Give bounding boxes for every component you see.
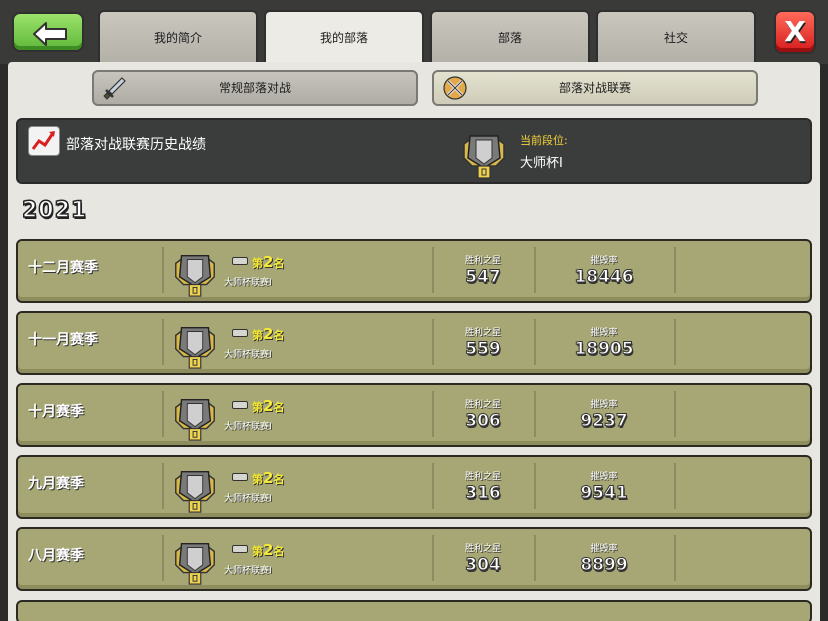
current-rank-value: 大师杯I bbox=[520, 156, 563, 171]
season-row[interactable]: 九月赛季 第2名 大师杯联赛I 胜利之星 316 摧毁率 9541 bbox=[16, 455, 812, 519]
regular-war-label: 常规部落对战 bbox=[218, 81, 291, 95]
placement: 第2名 bbox=[252, 469, 285, 487]
placement: 第2名 bbox=[252, 253, 285, 271]
season-name: 九月赛季 bbox=[28, 476, 84, 492]
list-item-partial bbox=[16, 600, 812, 621]
regular-war-tab[interactable]: 常规部落对战 bbox=[92, 70, 418, 106]
divider bbox=[534, 247, 536, 293]
divider bbox=[674, 319, 676, 365]
league-shield-icon bbox=[170, 391, 220, 447]
sword-icon bbox=[103, 77, 126, 100]
divider bbox=[674, 463, 676, 509]
stars-value: 316 bbox=[465, 483, 502, 504]
war-league-tab[interactable]: 部落对战联赛 bbox=[432, 70, 758, 106]
season-name: 十二月赛季 bbox=[28, 260, 98, 276]
stars-value: 547 bbox=[465, 267, 502, 288]
stars-label: 胜利之星 bbox=[464, 544, 501, 554]
league-name: 大师杯联赛I bbox=[224, 422, 272, 432]
destruction-label: 摧毁率 bbox=[590, 400, 618, 410]
divider bbox=[534, 319, 536, 365]
divider bbox=[534, 535, 536, 581]
stars-label: 胜利之星 bbox=[464, 400, 501, 410]
stars-value: 559 bbox=[465, 339, 502, 360]
league-shield-icon bbox=[170, 535, 220, 591]
stars-value: 306 bbox=[465, 411, 502, 432]
placement: 第2名 bbox=[252, 541, 285, 559]
season-name: 八月赛季 bbox=[28, 548, 84, 564]
season-row[interactable]: 十月赛季 第2名 大师杯联赛I 胜利之星 306 摧毁率 9237 bbox=[16, 383, 812, 447]
divider bbox=[162, 463, 164, 509]
year-heading: 2021 bbox=[21, 197, 88, 224]
divider bbox=[534, 463, 536, 509]
destruction-label: 摧毁率 bbox=[590, 544, 618, 554]
divider bbox=[534, 391, 536, 437]
destruction-value: 9237 bbox=[580, 411, 628, 432]
rank-change-icon bbox=[232, 257, 248, 265]
destruction-value: 18905 bbox=[574, 339, 634, 360]
divider bbox=[162, 247, 164, 293]
crossed-swords-icon bbox=[443, 76, 467, 100]
stars-label: 胜利之星 bbox=[464, 256, 501, 266]
rank-change-icon bbox=[232, 545, 248, 553]
destruction-label: 摧毁率 bbox=[590, 472, 618, 482]
stars-label: 胜利之星 bbox=[464, 472, 501, 482]
league-name: 大师杯联赛I bbox=[224, 566, 272, 576]
season-name: 十一月赛季 bbox=[28, 332, 98, 348]
league-shield-icon bbox=[458, 128, 510, 184]
divider bbox=[162, 391, 164, 437]
destruction-value: 9541 bbox=[580, 483, 628, 504]
league-shield-icon bbox=[170, 247, 220, 303]
tab-clans[interactable]: 部落 bbox=[430, 10, 590, 66]
close-button[interactable]: X bbox=[774, 10, 816, 54]
destruction-label: 摧毁率 bbox=[590, 256, 618, 266]
season-row[interactable]: 八月赛季 第2名 大师杯联赛I 胜利之星 304 摧毁率 8899 bbox=[16, 527, 812, 591]
tab-social[interactable]: 社交 bbox=[596, 10, 756, 66]
league-shield-icon bbox=[170, 319, 220, 375]
war-league-label: 部落对战联赛 bbox=[558, 81, 631, 95]
league-name: 大师杯联赛I bbox=[224, 278, 272, 288]
stars-label: 胜利之星 bbox=[464, 328, 501, 338]
divider bbox=[162, 535, 164, 581]
placement: 第2名 bbox=[252, 325, 285, 343]
banner-title: 部落对战联赛历史战绩 bbox=[66, 137, 206, 153]
placement: 第2名 bbox=[252, 397, 285, 415]
tab-my-profile[interactable]: 我的简介 bbox=[98, 10, 258, 66]
league-history-banner: 部落对战联赛历史战绩 当前段位: 大师杯I bbox=[16, 118, 812, 184]
top-bar: 我的简介 我的部落 部落 社交 X bbox=[0, 0, 828, 68]
league-name: 大师杯联赛I bbox=[224, 494, 272, 504]
chart-icon bbox=[28, 126, 60, 156]
league-name: 大师杯联赛I bbox=[224, 350, 272, 360]
stars-value: 304 bbox=[465, 555, 502, 576]
rank-change-icon bbox=[232, 473, 248, 481]
league-shield-icon bbox=[170, 463, 220, 519]
tab-my-clan[interactable]: 我的部落 bbox=[264, 10, 424, 68]
season-row[interactable]: 十二月赛季 第2名 大师杯联赛I 胜利之星 547 摧毁率 18446 bbox=[16, 239, 812, 303]
divider bbox=[674, 247, 676, 293]
rank-change-icon bbox=[232, 401, 248, 409]
season-name: 十月赛季 bbox=[28, 404, 84, 420]
destruction-label: 摧毁率 bbox=[590, 328, 618, 338]
season-row[interactable]: 十一月赛季 第2名 大师杯联赛I 胜利之星 559 摧毁率 18905 bbox=[16, 311, 812, 375]
back-arrow-icon bbox=[33, 22, 67, 46]
divider bbox=[674, 391, 676, 437]
divider bbox=[674, 535, 676, 581]
rank-change-icon bbox=[232, 329, 248, 337]
back-button[interactable] bbox=[12, 12, 84, 52]
divider bbox=[162, 319, 164, 365]
destruction-value: 18446 bbox=[574, 267, 634, 288]
current-rank-label: 当前段位: bbox=[520, 134, 568, 147]
destruction-value: 8899 bbox=[580, 555, 628, 576]
